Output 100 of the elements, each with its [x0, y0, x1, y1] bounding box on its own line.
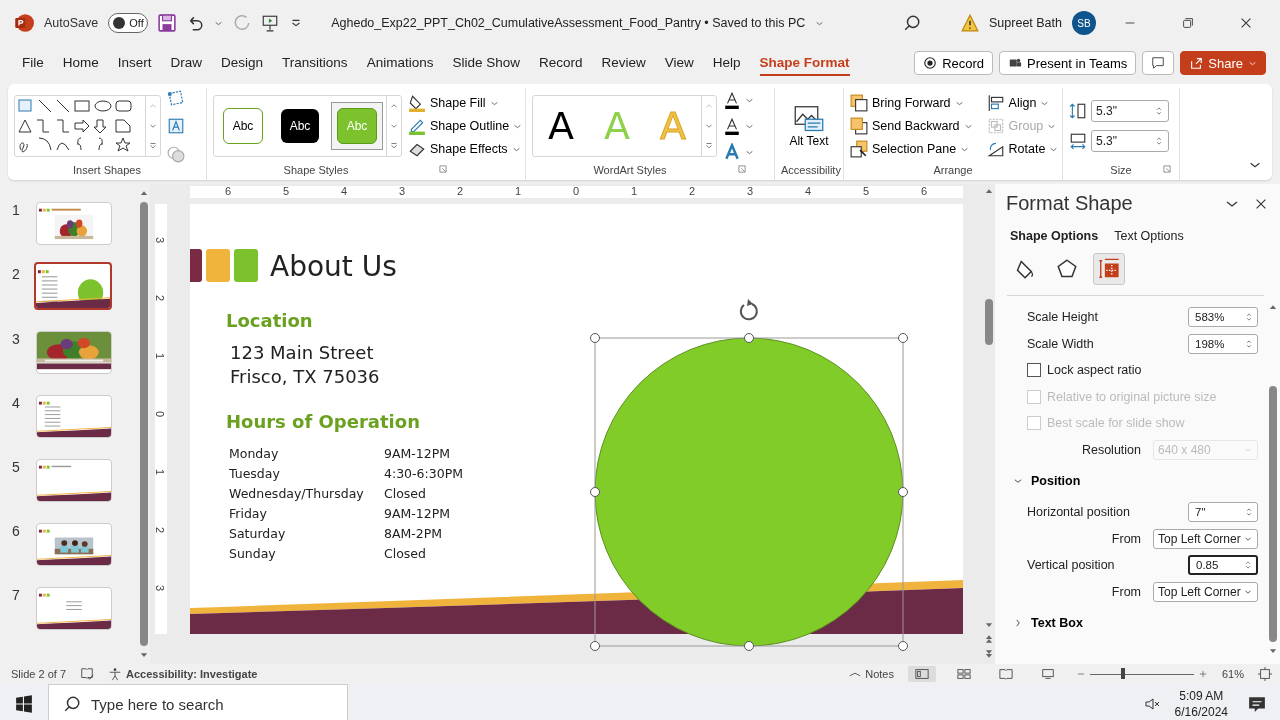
avatar[interactable]: SB: [1072, 11, 1096, 35]
share-button[interactable]: Share: [1180, 51, 1266, 75]
spin-field[interactable]: 7": [1188, 502, 1258, 523]
hours-text: Closed: [384, 486, 427, 501]
ribbon-tab[interactable]: Draw: [170, 50, 203, 76]
teams-button[interactable]: Present in Teams: [999, 51, 1137, 75]
comments-button[interactable]: [1142, 51, 1175, 75]
arrange-command-button[interactable]: Bring Forward: [850, 94, 973, 112]
text-fill-icon[interactable]: [723, 91, 741, 109]
spin-icon[interactable]: [1154, 134, 1164, 148]
ribbon-tab[interactable]: Insert: [117, 50, 152, 76]
more-icon[interactable]: [704, 141, 714, 151]
text-box-icon[interactable]: [167, 117, 185, 135]
ribbon-tab[interactable]: Review: [601, 50, 646, 76]
section-header[interactable]: Position: [1013, 474, 1081, 488]
slide-sorter-icon: [955, 667, 972, 681]
more-icon[interactable]: [148, 141, 158, 151]
text-outline-icon[interactable]: [723, 117, 741, 135]
dropdown[interactable]: Top Left Corner: [1153, 581, 1258, 602]
fit-to-window-icon[interactable]: [1258, 667, 1272, 681]
arrange-command-button[interactable]: Rotate: [986, 140, 1059, 158]
scroll-thumb[interactable]: [1269, 386, 1277, 642]
volume-muted-icon[interactable]: [1144, 696, 1161, 712]
ribbon-tab[interactable]: Help: [712, 50, 741, 76]
pane-tab[interactable]: Shape Options: [1010, 229, 1099, 243]
document-title[interactable]: Aghedo_Exp22_PPT_Ch02_CumulativeAssessment_Food_Pantry • Saved to this PC: [331, 16, 806, 30]
spin-field[interactable]: 198%: [1188, 333, 1258, 354]
autosave-toggle[interactable]: Off: [108, 13, 149, 33]
paint-bucket-icon: [408, 94, 426, 112]
search-icon[interactable]: [903, 14, 922, 32]
rotate-icon: [986, 140, 1005, 158]
spin-field[interactable]: 0.85: [1188, 555, 1258, 576]
rotate-handle-icon[interactable]: [739, 299, 758, 321]
hours-text: 8AM-2PM: [384, 526, 444, 541]
arrange-command-button[interactable]: Selection Pane: [850, 140, 973, 158]
arrange-command-button[interactable]: Align: [986, 94, 1059, 112]
zoom-in-icon[interactable]: [1197, 669, 1208, 679]
height-field[interactable]: 5.3": [1091, 100, 1169, 122]
width-field[interactable]: 5.3": [1091, 130, 1169, 152]
save-icon[interactable]: [158, 14, 177, 32]
slide-title: About Us: [270, 250, 397, 283]
taskbar-search-field[interactable]: Type here to search: [48, 684, 348, 720]
slide-canvas[interactable]: About Us Location 123 Main Street Frisco, TX 75036 Hours of Operation Monday 9AM-12PM Tuesday 4:30-6:30PM Wednesday/Thursday Closed Friday 9AM-12PM Saturday 8AM-2PM Sunday Closed: [190, 204, 963, 652]
pencil-icon: [408, 117, 426, 135]
dialog-launcher-icon[interactable]: [1161, 164, 1172, 174]
text-effects-icon[interactable]: [723, 143, 741, 161]
presentation-icon[interactable]: [261, 14, 280, 32]
warning-icon[interactable]: [961, 14, 980, 32]
powerpoint-logo-icon[interactable]: [14, 13, 34, 33]
slide-indicator: Slide 2 of 7: [11, 668, 67, 680]
pane-tab[interactable]: Text Options: [1114, 229, 1184, 243]
record-icon: [923, 56, 938, 70]
slide-number: 6: [12, 523, 21, 539]
wordart-style[interactable]: A: [533, 104, 589, 148]
slide-number: 7: [12, 587, 21, 603]
more-icon[interactable]: [389, 141, 399, 151]
spin-field[interactable]: 583%: [1188, 307, 1258, 328]
restore-icon[interactable]: [1181, 16, 1195, 30]
ribbon-tab[interactable]: Record: [538, 50, 583, 76]
spin-icon[interactable]: [1154, 104, 1164, 118]
shape-command-button[interactable]: Shape Fill: [408, 94, 523, 112]
view-button[interactable]: [907, 666, 936, 682]
notes-button[interactable]: Notes: [849, 668, 894, 680]
field-label: Resolution: [1080, 442, 1142, 457]
shape-command-button[interactable]: Shape Outline: [408, 117, 523, 135]
zoom-level[interactable]: 61%: [1221, 668, 1244, 680]
ribbon-tab[interactable]: Home: [62, 50, 99, 76]
scroll-thumb[interactable]: [985, 299, 993, 345]
dialog-launcher-icon[interactable]: [736, 164, 747, 174]
color-block: [206, 249, 230, 282]
checkbox[interactable]: [1027, 363, 1041, 378]
slider-thumb[interactable]: [1121, 668, 1126, 679]
ribbon-tab[interactable]: Animations: [366, 50, 434, 76]
user-name[interactable]: Supreet Bath: [989, 16, 1062, 30]
day-text: Monday: [229, 446, 280, 461]
close-icon[interactable]: [1239, 16, 1253, 30]
ribbon-tab[interactable]: View: [664, 50, 694, 76]
ribbon-tab[interactable]: Transitions: [282, 50, 348, 76]
ribbon-tab[interactable]: Design: [221, 50, 264, 76]
taskbar-clock[interactable]: 5:09 AM 6/16/2024: [1160, 688, 1242, 720]
windows-start-icon[interactable]: [15, 695, 33, 713]
spell-check-icon[interactable]: [80, 667, 95, 681]
alt-text-icon: [794, 104, 824, 132]
alt-text-button[interactable]: Alt Text: [785, 104, 833, 148]
scroll-thumb[interactable]: [140, 202, 148, 646]
notification-icon[interactable]: [1248, 695, 1266, 713]
accessibility-button[interactable]: Accessibility: Investigate: [108, 667, 258, 681]
shape-command-button[interactable]: Shape Effects: [408, 140, 523, 158]
section-header[interactable]: Text Box: [1013, 616, 1083, 630]
ribbon-tab[interactable]: File: [22, 50, 44, 76]
record-button[interactable]: Record: [914, 51, 994, 75]
day-text: Sunday: [229, 546, 277, 561]
arrange-command-button[interactable]: Send Backward: [850, 117, 973, 135]
slide-thumbnail[interactable]: [34, 262, 112, 310]
dialog-launcher-icon[interactable]: [438, 164, 449, 174]
ribbon-tab[interactable]: Shape Format: [759, 50, 850, 76]
dropdown[interactable]: Top Left Corner: [1153, 528, 1258, 549]
day-text: Tuesday: [229, 466, 281, 481]
ribbon-tab[interactable]: Slide Show: [452, 50, 520, 76]
edit-shape-icon[interactable]: [167, 89, 185, 107]
